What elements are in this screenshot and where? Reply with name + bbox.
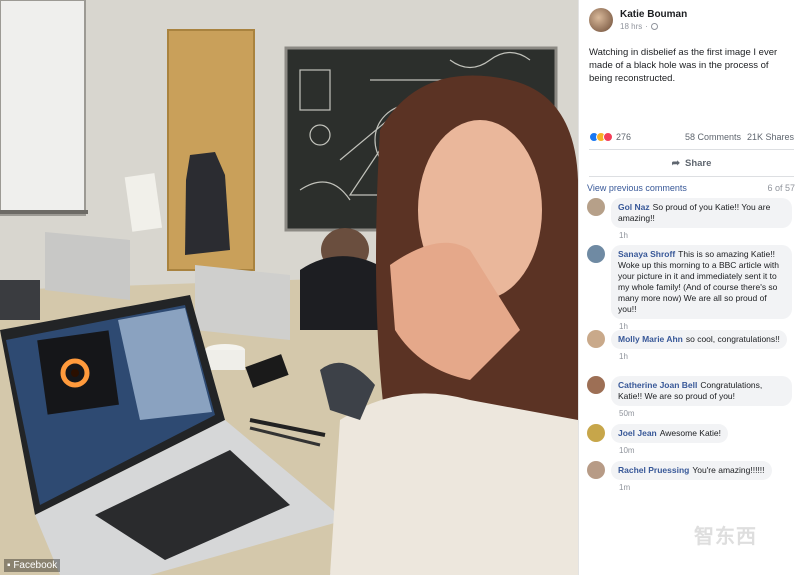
- commenter-avatar[interactable]: [587, 424, 605, 442]
- reaction-count: 276: [616, 132, 632, 142]
- commenter-name[interactable]: Joel Jean: [618, 428, 657, 438]
- share-label: Share: [684, 157, 712, 169]
- comment-time[interactable]: 10m: [619, 446, 728, 455]
- comment-bubble: Gol Naz So proud of you Katie!! You are a…: [611, 198, 792, 228]
- comments-header: View previous comments 6 of 57: [587, 183, 795, 193]
- commenter-avatar[interactable]: [587, 461, 605, 479]
- comment-bubble: Sanaya Shroff This is so amazing Katie!! …: [611, 245, 792, 319]
- commenter-name[interactable]: Rachel Pruessing: [618, 465, 689, 475]
- reaction-summary[interactable]: 276: [589, 132, 631, 142]
- comments-paging: 6 of 57: [767, 183, 795, 193]
- divider: [589, 176, 794, 177]
- commenter-name[interactable]: Catherine Joan Bell: [618, 380, 697, 390]
- commenter-avatar[interactable]: [587, 198, 605, 216]
- comment-body: Joel Jean Awesome Katie! 10m: [611, 424, 729, 455]
- photo-credit-icon: ▪: [7, 560, 11, 571]
- comment-time[interactable]: 1m: [619, 483, 772, 492]
- comment-item: Joel Jean Awesome Katie! 10m: [587, 424, 792, 455]
- post-text: Watching in disbelief as the first image…: [589, 47, 778, 84]
- view-previous-comments-link[interactable]: View previous comments: [587, 183, 687, 193]
- commenter-avatar[interactable]: [587, 330, 605, 348]
- comments-count[interactable]: 58 Comments: [685, 132, 741, 142]
- author-name[interactable]: Katie Bouman: [620, 9, 687, 20]
- comment-item: Molly Marie Ahn so cool, congratulations!…: [587, 330, 792, 361]
- comment-bubble: Joel Jean Awesome Katie!: [611, 424, 729, 443]
- comment-time[interactable]: 1h: [619, 231, 792, 240]
- globe-icon: [650, 23, 658, 30]
- divider: [589, 149, 794, 150]
- commenter-avatar[interactable]: [587, 245, 605, 263]
- comment-item: Catherine Joan Bell Congratulations, Kati…: [587, 376, 792, 418]
- engagement-counts: 58 Comments 21K Shares: [685, 132, 794, 142]
- facebook-post-panel: Katie Bouman 18 hrs · Watching in disbel…: [578, 0, 800, 575]
- commenter-name[interactable]: Sanaya Shroff: [618, 249, 675, 259]
- share-button[interactable]: ➦ Share: [589, 154, 794, 172]
- comment-item: Sanaya Shroff This is so amazing Katie!! …: [587, 245, 792, 331]
- commenter-name[interactable]: Gol Naz: [618, 202, 650, 212]
- photo-credit-text: Facebook: [13, 560, 58, 571]
- share-icon: ➦: [671, 157, 680, 169]
- author-avatar[interactable]: [589, 8, 613, 32]
- watermark-logo: 智东西: [694, 526, 757, 548]
- photo-illustration: [0, 0, 578, 575]
- comment-body: Sanaya Shroff This is so amazing Katie!! …: [611, 245, 792, 331]
- post-photo[interactable]: ▪ Facebook: [0, 0, 578, 575]
- author-block: Katie Bouman 18 hrs ·: [620, 9, 687, 31]
- comment-text: You're amazing!!!!!!: [692, 465, 765, 475]
- post-meta: 18 hrs ·: [620, 22, 687, 31]
- reactions-bar: 276 58 Comments 21K Shares: [589, 130, 794, 144]
- post-time[interactable]: 18 hrs: [620, 22, 642, 31]
- comment-text: Awesome Katie!: [659, 428, 722, 438]
- comment-bubble: Catherine Joan Bell Congratulations, Kati…: [611, 376, 792, 406]
- love-reaction-icon: [603, 132, 613, 142]
- post-header: Katie Bouman 18 hrs ·: [589, 8, 687, 32]
- comment-bubble: Rachel Pruessing You're amazing!!!!!!: [611, 461, 772, 480]
- separator-dot: ·: [645, 22, 648, 31]
- comment-bubble: Molly Marie Ahn so cool, congratulations!…: [611, 330, 787, 349]
- comment-text: so cool, congratulations!!: [685, 334, 780, 344]
- comment-item: Gol Naz So proud of you Katie!! You are a…: [587, 198, 792, 240]
- comment-body: Molly Marie Ahn so cool, congratulations!…: [611, 330, 787, 361]
- photo-credit: ▪ Facebook: [4, 559, 61, 572]
- comment-time[interactable]: 1h: [619, 352, 787, 361]
- comment-body: Rachel Pruessing You're amazing!!!!!! 1m: [611, 461, 772, 492]
- commenter-name[interactable]: Molly Marie Ahn: [618, 334, 683, 344]
- commenter-avatar[interactable]: [587, 376, 605, 394]
- comment-body: Catherine Joan Bell Congratulations, Kati…: [611, 376, 792, 418]
- comment-body: Gol Naz So proud of you Katie!! You are a…: [611, 198, 792, 240]
- comment-item: Rachel Pruessing You're amazing!!!!!! 1m: [587, 461, 792, 492]
- comment-time[interactable]: 50m: [619, 409, 792, 418]
- shares-count[interactable]: 21K Shares: [747, 132, 794, 142]
